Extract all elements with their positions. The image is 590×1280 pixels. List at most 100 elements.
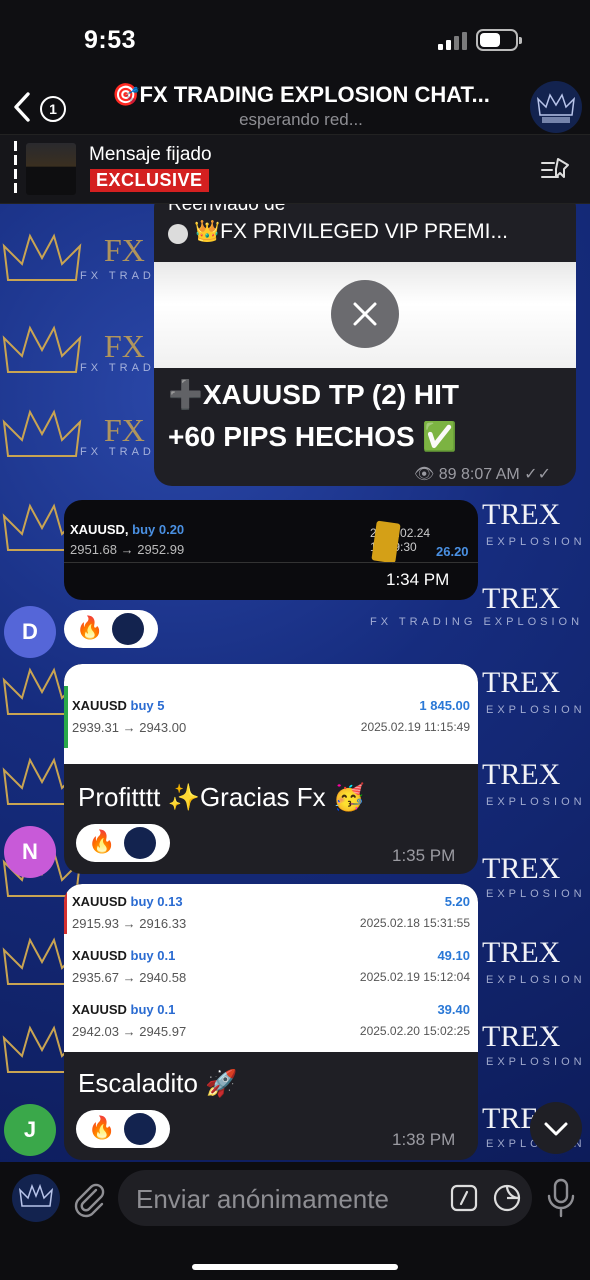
forwarded-from[interactable]: 👑FX PRIVILEGED VIP PREMI... — [194, 220, 508, 244]
watermark-line-full: FX TRADING EXPLOSION — [370, 616, 584, 628]
watermark-brand: FX — [104, 328, 145, 364]
sender-avatar[interactable]: N — [4, 826, 56, 878]
chat-header: 1 🎯FX TRADING EXPLOSION CHAT... esperand… — [0, 80, 590, 134]
trade-date: 2025.02.19 11:15:49 — [360, 720, 470, 734]
paperclip-icon[interactable] — [72, 1180, 106, 1218]
trade-date: 2025.02.19 15:12:04 — [359, 970, 470, 984]
chevron-down-icon — [544, 1122, 568, 1136]
watermark-explosion: EXPLOSION — [486, 796, 586, 808]
message-time: 1:34 PM — [386, 570, 450, 589]
crown-watermark-icon — [2, 325, 82, 373]
trade-symbol: XAUUSD buy 0.13 — [72, 894, 183, 909]
pin-indicator — [14, 141, 17, 197]
message-input[interactable]: Enviar anónimamente — [118, 1170, 532, 1226]
view-count: 89 — [438, 466, 457, 483]
message-input-placeholder: Enviar anónimamente — [136, 1184, 389, 1214]
crown-watermark-icon — [2, 233, 82, 281]
trade-profit: 49.10 — [437, 948, 470, 963]
reactor-avatar — [124, 827, 156, 859]
battery-icon — [476, 29, 522, 51]
scroll-down-button[interactable] — [530, 1102, 582, 1154]
trade-prices: 2951.68 → 2952.99 — [70, 542, 185, 557]
watermark-trex: TREX — [482, 936, 561, 969]
forwarded-label: Reenviado de — [168, 204, 286, 215]
cancel-download-button[interactable] — [331, 280, 399, 348]
reactor-avatar — [124, 1113, 156, 1145]
trade-symbol: XAUUSD, buy 0.20 — [70, 522, 185, 537]
signal-icon — [438, 32, 468, 50]
unread-count-badge: 1 — [40, 96, 66, 122]
message-line-1: ➕XAUUSD TP (2) HIT — [168, 379, 460, 410]
divider — [64, 562, 478, 563]
watermark-explosion: EXPLOSION — [486, 536, 586, 548]
pin-list-icon[interactable] — [540, 155, 572, 185]
chat-wallpaper: FX FX TRADING FX FX TRADING FX FX TRADIN… — [0, 204, 590, 1162]
trade-date: 2025.02.18 15:31:55 — [359, 916, 470, 930]
message-meta: 👁 89 8:07 AM ✓✓ — [414, 464, 551, 484]
close-icon — [353, 302, 377, 326]
watermark-brand: FX — [104, 412, 145, 448]
message-text: Escaladito 🚀 — [78, 1068, 238, 1098]
trade-prices: 2942.03 → 2945.97 — [72, 1024, 187, 1039]
send-as-avatar[interactable] — [12, 1174, 60, 1222]
watermark-trex: TREX — [482, 498, 561, 531]
message-time: 1:35 PM — [392, 846, 456, 865]
trade-prices: 2939.31 → 2943.00 — [72, 720, 187, 735]
back-button[interactable]: 1 — [8, 88, 68, 124]
home-indicator — [192, 1264, 398, 1270]
sender-avatar[interactable]: J — [4, 1104, 56, 1156]
watermark-trex: TREX — [482, 852, 561, 885]
pinned-thumbnail — [26, 143, 76, 195]
image-message[interactable]: XAUUSD, buy 0.20 2951.68 → 2952.99 2025.… — [64, 500, 478, 600]
trade-accent — [64, 686, 68, 748]
sticker-icon[interactable] — [492, 1183, 522, 1213]
trade-profit: 26.20 — [436, 544, 469, 559]
trade-prices: 2915.93 → 2916.33 — [72, 916, 187, 931]
command-icon[interactable] — [450, 1184, 478, 1212]
trade-card: XAUUSD buy 5 2939.31 → 2943.00 1 845.00 … — [64, 664, 478, 764]
fire-reaction-icon: 🔥 — [76, 615, 104, 640]
pinned-message-bar[interactable]: Mensaje fijado EXCLUSIVE — [0, 134, 590, 204]
trade-date: 2025.02.20 15:02:25 — [359, 1024, 470, 1038]
chat-status: esperando red... — [239, 110, 363, 129]
status-time: 9:53 — [84, 26, 137, 54]
image-caption-message[interactable]: XAUUSD buy 0.13 2915.93 → 2916.33 5.20 2… — [64, 884, 478, 1160]
read-check-icon: ✓✓ — [524, 466, 551, 483]
microphone-icon[interactable] — [546, 1178, 576, 1218]
gold-bar-icon — [371, 520, 401, 564]
watermark-explosion: EXPLOSION — [486, 974, 586, 986]
trade-profit: 5.20 — [444, 894, 470, 909]
watermark-explosion: EXPLOSION — [486, 1056, 586, 1068]
trade-card: XAUUSD buy 0.13 2915.93 → 2916.33 5.20 2… — [64, 884, 478, 1052]
reaction-pill[interactable]: 🔥 — [64, 610, 158, 648]
image-caption-message[interactable]: XAUUSD buy 5 2939.31 → 2943.00 1 845.00 … — [64, 664, 478, 874]
message-time: 8:07 AM — [461, 466, 520, 483]
watermark-explosion: EXPLOSION — [486, 704, 586, 716]
message-line-2: +60 PIPS HECHOS ✅ — [168, 421, 458, 452]
reactor-avatar — [112, 613, 144, 645]
crown-logo-icon — [536, 93, 576, 123]
watermark-trex: TREX — [482, 582, 561, 615]
reaction-pill[interactable]: 🔥 — [76, 824, 170, 862]
source-avatar — [168, 224, 188, 244]
reaction-pill[interactable]: 🔥 — [76, 1110, 170, 1148]
forwarded-message[interactable]: Reenviado de 👑FX PRIVILEGED VIP PREMI...… — [154, 204, 576, 486]
trade-prices: 2935.67 → 2940.58 — [72, 970, 187, 985]
fire-reaction-icon: 🔥 — [88, 1115, 116, 1140]
chevron-left-icon — [14, 92, 30, 122]
watermark-brand: FX — [104, 232, 145, 268]
sender-avatar[interactable]: D — [4, 606, 56, 658]
watermark-trex: TREX — [482, 758, 561, 791]
crown-logo-icon — [18, 1183, 54, 1207]
eye-icon: 👁 — [414, 466, 435, 483]
pinned-label: Mensaje fijado — [89, 144, 212, 165]
watermark-trex: TREX — [482, 666, 561, 699]
trade-accent — [64, 890, 67, 934]
crown-watermark-icon — [2, 409, 82, 457]
trade-profit: 1 845.00 — [419, 698, 470, 713]
channel-avatar[interactable] — [530, 81, 582, 133]
watermark-trex: TREX — [482, 1020, 561, 1053]
trade-symbol: XAUUSD buy 0.1 — [72, 1002, 176, 1017]
chat-title[interactable]: 🎯FX TRADING EXPLOSION CHAT... — [96, 82, 506, 108]
status-bar: 9:53 — [0, 0, 590, 80]
